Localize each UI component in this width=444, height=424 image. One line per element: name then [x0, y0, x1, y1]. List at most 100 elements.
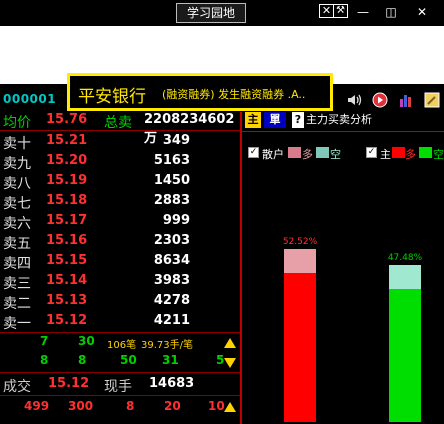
- divider: [242, 131, 444, 132]
- order-book-panel: 均价 15.76 总卖 2208234602万 卖十 15.21 349 卖九 15.2…: [0, 112, 240, 424]
- legend-swatch-teal: [316, 147, 329, 158]
- ask-price: 15.16: [46, 233, 88, 248]
- queue-num: 31: [162, 353, 179, 367]
- bar: [284, 273, 316, 422]
- speaker-icon[interactable]: [346, 92, 362, 110]
- avg-price-label: 均价: [3, 115, 31, 131]
- ask-volume: 2883: [153, 193, 190, 208]
- queue-num: 8: [126, 399, 135, 413]
- avg-price-row: 均价 15.76 总卖 2208234602万: [0, 112, 240, 146]
- restore-button[interactable]: ◫: [381, 4, 401, 20]
- study-garden-button[interactable]: 学习园地: [176, 3, 246, 23]
- divider: [0, 372, 240, 373]
- legend-more2: 多: [405, 148, 416, 161]
- close-button[interactable]: ✕: [412, 4, 432, 20]
- ask-volume: 2303: [153, 233, 190, 248]
- ask-row[interactable]: 卖七 15.18 2883: [0, 193, 240, 212]
- stock-name-box[interactable]: 平安银行 (融资融券) 发生融资融券 .A..: [67, 73, 333, 111]
- ask-price: 15.12: [46, 313, 88, 328]
- ask-volume: 4278: [153, 293, 190, 308]
- deal-price: 15.12: [48, 376, 90, 391]
- main-checkbox[interactable]: ✓: [366, 147, 377, 158]
- title-bar: 学习园地 ✕ ⚒ — ◫ ✕: [0, 0, 444, 26]
- retail-checkbox[interactable]: ✓: [248, 147, 259, 158]
- ask-row[interactable]: 卖六 15.17 999: [0, 213, 240, 232]
- play-icon[interactable]: [372, 92, 388, 110]
- legend-main: 主: [380, 148, 391, 161]
- ask-volume: 4211: [153, 313, 190, 328]
- tab-main[interactable]: 主: [245, 112, 261, 128]
- legend-empty2: 空: [433, 148, 444, 161]
- deal-label: 成交: [3, 379, 31, 395]
- queue-num: 8: [78, 353, 87, 367]
- bar: [389, 289, 421, 422]
- tab-single[interactable]: 單: [264, 112, 286, 128]
- main-force-panel: 主 單 ? 主力买卖分析 ✓ 散户 多 空 ✓ 主 多 空 52.52% 47.4…: [242, 112, 444, 424]
- queue-num: 8: [40, 353, 49, 367]
- ask-row[interactable]: 卖八 15.19 1450: [0, 173, 240, 192]
- queue-num: 499: [24, 399, 50, 413]
- tab-analysis[interactable]: 主力买卖分析: [306, 112, 386, 128]
- ask-price: 15.20: [46, 153, 88, 168]
- avg-per-trade: 39.73手/笔: [141, 340, 193, 351]
- ask-label: 卖三: [3, 276, 31, 292]
- notes-icon[interactable]: [424, 92, 440, 110]
- legend: ✓ 散户 多 空 ✓ 主 多 空: [242, 145, 444, 163]
- stock-code: 000001: [3, 92, 57, 106]
- minimize-button[interactable]: —: [353, 4, 373, 20]
- legend-swatch-pink: [288, 147, 301, 158]
- stock-name: 平安银行: [78, 87, 146, 107]
- ask-row[interactable]: 卖三 15.14 3983: [0, 273, 240, 292]
- ask-volume: 3983: [153, 273, 190, 288]
- app-window: 学习园地 ✕ ⚒ — ◫ ✕ 000001 平安银行 (融资融券) 发生融资融券…: [0, 0, 444, 424]
- ask-volume: 1450: [153, 173, 190, 188]
- ask-label: 卖二: [3, 296, 31, 312]
- ask-row[interactable]: 卖九 15.20 5163: [0, 153, 240, 172]
- ask-row[interactable]: 卖四 15.15 8634: [0, 253, 240, 272]
- ask-volume: 5163: [153, 153, 190, 168]
- legend-retail: 散户: [262, 148, 284, 161]
- ask-label: 卖十: [3, 136, 31, 152]
- legend-swatch-green: [419, 147, 432, 158]
- ask-row[interactable]: 卖一 15.12 4211: [0, 313, 240, 332]
- ask-row[interactable]: 卖二 15.13 4278: [0, 293, 240, 312]
- help-icon[interactable]: ?: [292, 112, 304, 128]
- queue-num: 300: [68, 399, 94, 413]
- ask-label: 卖五: [3, 236, 31, 252]
- chart-tool-icon[interactable]: [398, 92, 414, 110]
- ask-volume: 8634: [153, 253, 190, 268]
- bar-percent-label: 47.48%: [387, 253, 423, 263]
- avg-price-value: 15.76: [46, 112, 88, 127]
- bar-cap: [389, 265, 421, 289]
- scroll-up-button[interactable]: [224, 338, 236, 348]
- queue-num: 20: [164, 399, 181, 413]
- scroll-up-button[interactable]: [224, 402, 236, 412]
- queue-num: 10: [208, 399, 225, 413]
- scroll-down-button[interactable]: [224, 358, 236, 368]
- ask-price: 15.21: [46, 133, 88, 148]
- total-sell-label: 总卖: [104, 115, 132, 131]
- bar-cap: [284, 249, 316, 273]
- ask-price: 15.14: [46, 273, 88, 288]
- ask-label: 卖四: [3, 256, 31, 272]
- ask-label: 卖七: [3, 196, 31, 212]
- ask-price: 15.18: [46, 193, 88, 208]
- pin-icon[interactable]: ✕: [319, 4, 334, 18]
- ask-volume: 999: [162, 213, 190, 228]
- queue-num: 7: [40, 334, 49, 348]
- ask-label: 卖八: [3, 176, 31, 192]
- ask-label: 卖六: [3, 216, 31, 232]
- divider: [0, 130, 240, 131]
- ask-volume: 349: [162, 133, 190, 148]
- divider: [0, 332, 240, 333]
- queue-num: 30: [78, 334, 95, 348]
- ask-row[interactable]: 卖五 15.16 2303: [0, 233, 240, 252]
- ask-row[interactable]: 卖十 15.21 349: [0, 133, 240, 152]
- ask-label: 卖九: [3, 156, 31, 172]
- wrench-icon[interactable]: ⚒: [333, 4, 348, 18]
- legend-empty: 空: [330, 148, 341, 161]
- divider: [0, 395, 240, 396]
- ask-price: 15.13: [46, 293, 88, 308]
- stock-description: (融资融券) 发生融资融券 .A..: [162, 88, 306, 101]
- ask-label: 卖一: [3, 316, 31, 332]
